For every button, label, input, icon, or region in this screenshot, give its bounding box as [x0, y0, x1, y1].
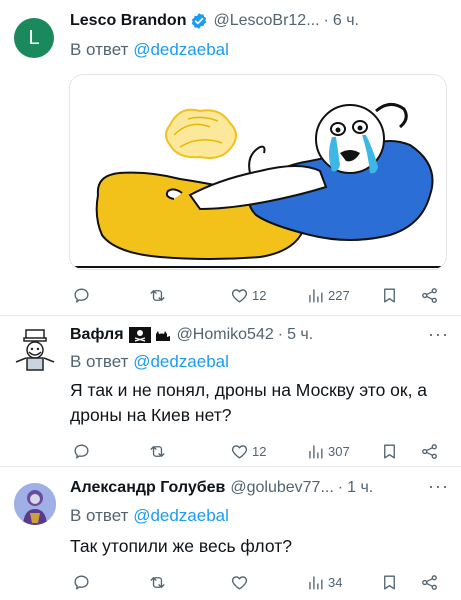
reply-icon: [74, 287, 89, 303]
retweet-icon: [150, 289, 165, 301]
reply-icon: [74, 443, 89, 459]
avatar-letter: L: [28, 26, 40, 49]
reply-mention-link[interactable]: @dedzaebal: [133, 40, 229, 59]
tweet-text: Я так и не понял, дроны на Москву это ок…: [70, 380, 428, 425]
like-count: 12: [252, 443, 267, 459]
author-name[interactable]: Lesco Brandon: [70, 12, 186, 30]
like-count: 12: [252, 287, 267, 303]
like-button[interactable]: 12: [230, 284, 266, 306]
tweet-header: Александр Голубев @golubev77... · 1 ч.: [70, 479, 373, 497]
retweet-button[interactable]: [148, 440, 170, 462]
bookmark-button[interactable]: [380, 284, 399, 306]
bookmark-icon: [384, 287, 395, 303]
retweet-button[interactable]: [148, 571, 170, 593]
reply-mention-link[interactable]: @dedzaebal: [133, 506, 229, 525]
reply-to-line: В ответ @dedzaebal: [70, 506, 229, 526]
reply-icon: [74, 574, 89, 590]
like-button[interactable]: [230, 571, 252, 593]
reply-button[interactable]: [72, 571, 94, 593]
pirate-flag-icon: [128, 327, 151, 343]
cartoon-avatar-icon: [15, 329, 55, 371]
timestamp[interactable]: 5 ч.: [287, 326, 313, 344]
action-bar: 12 307: [72, 440, 442, 462]
retweet-icon: [150, 576, 165, 588]
share-icon: [422, 574, 437, 590]
heart-icon: [231, 444, 248, 459]
retweet-icon: [150, 445, 165, 457]
separator-dot: ·: [277, 326, 284, 343]
author-name[interactable]: Вафля: [70, 326, 124, 344]
bookmark-button[interactable]: [380, 571, 399, 593]
reply-prefix: В ответ: [70, 40, 129, 59]
avatar[interactable]: [14, 483, 56, 525]
author-handle[interactable]: @LescoBr12...: [213, 12, 319, 30]
reply-to-line: В ответ @dedzaebal: [70, 40, 229, 60]
heart-icon: [231, 288, 248, 303]
more-options-button[interactable]: ···: [428, 476, 449, 497]
tweet-1[interactable]: L Lesco Brandon @LescoBr12... · 6 ч. В о…: [0, 0, 461, 315]
more-options-button[interactable]: ···: [428, 324, 449, 345]
timestamp[interactable]: 1 ч.: [347, 479, 373, 497]
share-button[interactable]: [420, 440, 439, 462]
character-avatar-icon: [14, 483, 56, 525]
views-button[interactable]: 227: [306, 284, 350, 306]
share-button[interactable]: [420, 284, 439, 306]
timestamp[interactable]: 6 ч.: [333, 12, 359, 30]
reply-prefix: В ответ: [70, 506, 129, 525]
tweet-2[interactable]: Вафля @Homiko542 · 5 ч. ··· В ответ @ded…: [0, 316, 461, 466]
avatar[interactable]: L: [14, 18, 54, 58]
share-icon: [422, 443, 437, 459]
bookmark-button[interactable]: [380, 440, 399, 462]
author-handle[interactable]: @golubev77...: [230, 479, 333, 497]
views-button[interactable]: 34: [306, 571, 342, 593]
like-button[interactable]: 12: [230, 440, 266, 462]
avatar[interactable]: [12, 328, 58, 374]
analytics-icon: [309, 444, 323, 459]
retweet-button[interactable]: [148, 284, 170, 306]
analytics-icon: [309, 288, 323, 303]
share-icon: [422, 287, 437, 303]
tweet-header: Вафля @Homiko542 · 5 ч.: [70, 326, 313, 344]
action-bar: 34: [72, 571, 442, 593]
separator-dot: ·: [323, 12, 329, 29]
author-handle[interactable]: @Homiko542: [177, 326, 274, 344]
views-count: 307: [328, 443, 350, 459]
reply-prefix: В ответ: [70, 352, 129, 371]
tweet-text: Так утопили же весь флот?: [70, 536, 292, 556]
reply-mention-link[interactable]: @dedzaebal: [133, 352, 229, 371]
black-cat-icon: [154, 327, 172, 343]
verified-badge-icon: [190, 12, 208, 30]
reply-button[interactable]: [72, 440, 94, 462]
tweet-3[interactable]: Александр Голубев @golubev77... · 1 ч. ·…: [0, 467, 461, 600]
views-button[interactable]: 307: [306, 440, 350, 462]
heart-icon: [231, 575, 248, 590]
bookmark-icon: [384, 443, 395, 459]
meme-drawing: [70, 103, 446, 268]
share-button[interactable]: [420, 571, 439, 593]
tweet-header: Lesco Brandon @LescoBr12... · 6 ч.: [70, 12, 359, 30]
bookmark-icon: [384, 574, 395, 590]
analytics-icon: [309, 575, 323, 590]
separator-dot: ·: [337, 479, 344, 496]
views-count: 227: [328, 287, 350, 303]
author-name[interactable]: Александр Голубев: [70, 479, 225, 497]
views-count: 34: [328, 574, 343, 590]
action-bar: 12 227: [72, 284, 442, 306]
reply-button[interactable]: [72, 284, 94, 306]
attached-image[interactable]: [69, 74, 447, 270]
reply-to-line: В ответ @dedzaebal: [70, 352, 229, 372]
